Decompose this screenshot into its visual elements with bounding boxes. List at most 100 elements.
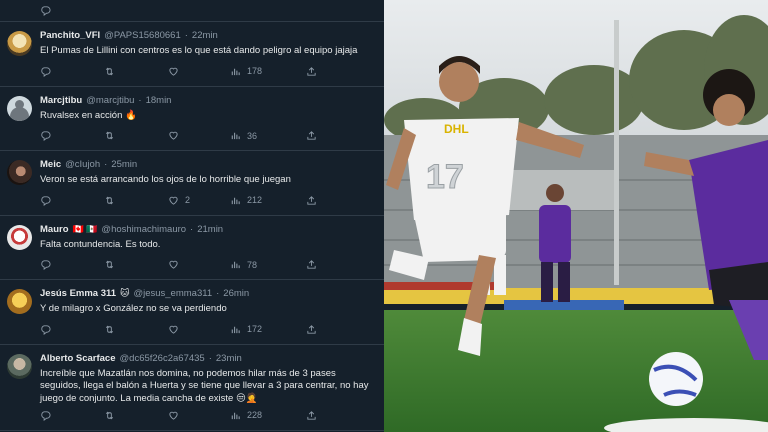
- tweet-actions: 172: [40, 324, 372, 336]
- author-handle[interactable]: @hoshimachimauro: [101, 224, 186, 235]
- reply-button[interactable]: [40, 259, 51, 270]
- like-button[interactable]: [168, 259, 185, 270]
- tweet-actions: 78: [40, 259, 372, 271]
- tweet-text: Y de milagro x González no se va perdien…: [40, 303, 227, 314]
- retweet-button[interactable]: [104, 130, 115, 141]
- avatar[interactable]: [7, 224, 32, 250]
- author-name[interactable]: Panchito_VFI: [40, 30, 100, 41]
- retweet-button[interactable]: [104, 324, 115, 335]
- author-name[interactable]: Alberto Scarface: [40, 353, 116, 364]
- separator-dot: ·: [184, 30, 188, 41]
- retweet-button[interactable]: [104, 410, 115, 421]
- tweet-header: Panchito_VFI @PAPS15680661 · 22min: [40, 30, 376, 41]
- avatar[interactable]: [7, 160, 32, 185]
- reply-button[interactable]: [40, 195, 51, 206]
- view-count: 178: [247, 66, 263, 76]
- tweet-time[interactable]: 18min: [146, 95, 172, 106]
- reply-button[interactable]: [40, 130, 51, 141]
- soccer-ball: [649, 352, 703, 406]
- separator-dot: ·: [104, 159, 108, 170]
- shirt-sponsor: DHL: [444, 122, 469, 136]
- views-icon: [230, 410, 241, 421]
- share-button[interactable]: [306, 259, 317, 270]
- author-handle[interactable]: @cIujoh: [65, 159, 100, 170]
- tweet-item[interactable]: Meic @cIujoh · 25min Veron se está arran…: [0, 151, 384, 216]
- tweet-text: Falta contundencia. Es todo.: [40, 238, 161, 250]
- share-button[interactable]: [306, 130, 317, 141]
- tweet-time[interactable]: 26min: [223, 288, 249, 299]
- reply-icon: [40, 130, 51, 141]
- avatar[interactable]: [7, 353, 32, 379]
- share-button[interactable]: [306, 66, 317, 77]
- reply-button[interactable]: [40, 410, 51, 421]
- author-handle[interactable]: @jesus_emma311: [133, 288, 212, 299]
- author-handle[interactable]: @marcjtibu: [86, 95, 134, 106]
- author-handle[interactable]: @PAPS15680661: [104, 30, 181, 41]
- tweet-time[interactable]: 25min: [111, 159, 137, 170]
- tweet-item[interactable]: Alberto Scarface @dc65f26c2a67435 · 23mi…: [0, 345, 384, 431]
- like-icon: [168, 130, 179, 141]
- tweet-item[interactable]: Marcjtibu @marcjtibu · 18min Ruvalsex en…: [0, 87, 384, 151]
- views-button[interactable]: 212: [230, 195, 262, 206]
- views-icon: [230, 130, 241, 141]
- reply-icon: [40, 66, 51, 77]
- retweet-icon: [104, 410, 115, 421]
- like-icon: [168, 324, 179, 335]
- views-button[interactable]: 172: [230, 324, 262, 335]
- tweet-actions: 36: [40, 130, 372, 142]
- tweet-header: Meic @cIujoh · 25min: [40, 159, 376, 170]
- views-button[interactable]: 78: [230, 259, 257, 270]
- views-button[interactable]: 36: [230, 130, 257, 141]
- author-handle[interactable]: @dc65f26c2a67435: [120, 353, 205, 364]
- name-flags: 🇨🇦 🇲🇽: [72, 223, 98, 234]
- like-button[interactable]: [168, 130, 185, 141]
- like-button[interactable]: [168, 410, 185, 421]
- tweet-feed: Panchito_VFI @PAPS15680661 · 22min El Pu…: [0, 0, 384, 432]
- retweet-icon: [104, 259, 115, 270]
- tweet-header: Jesús Emma 311 🐱 @jesus_emma311 · 26min: [40, 288, 376, 299]
- tweet-text: Increíble que Mazatlán nos domina, no po…: [40, 367, 369, 404]
- view-count: 228: [247, 410, 263, 420]
- retweet-button[interactable]: [104, 259, 115, 270]
- reply-button[interactable]: [40, 5, 51, 16]
- avatar[interactable]: [7, 289, 32, 314]
- reply-icon: [40, 259, 51, 270]
- retweet-button[interactable]: [104, 195, 115, 206]
- author-name[interactable]: Marcjtibu: [40, 95, 82, 106]
- tweet-header: Marcjtibu @marcjtibu · 18min: [40, 95, 376, 106]
- author-name[interactable]: Jesús Emma 311: [40, 288, 116, 299]
- retweet-icon: [104, 324, 115, 335]
- tweet-time[interactable]: 22min: [192, 30, 218, 41]
- share-button[interactable]: [306, 195, 317, 206]
- views-icon: [230, 195, 241, 206]
- tweet-item[interactable]: Jesús Emma 311 🐱 @jesus_emma311 · 26min …: [0, 280, 384, 345]
- retweet-button[interactable]: [104, 66, 115, 77]
- shirt-number: 17: [426, 158, 464, 196]
- views-button[interactable]: 178: [230, 66, 262, 77]
- author-name[interactable]: Mauro: [40, 224, 69, 235]
- separator-dot: ·: [208, 352, 212, 364]
- tweet-time[interactable]: 21min: [197, 224, 223, 235]
- like-button[interactable]: [168, 66, 185, 77]
- author-name[interactable]: Meic: [40, 159, 61, 170]
- tweet-actions: 178: [40, 66, 372, 78]
- avatar[interactable]: [7, 31, 32, 56]
- share-icon: [306, 324, 317, 335]
- views-button[interactable]: 228: [230, 410, 262, 421]
- tweet-text: Veron se está arrancando los ojos de lo …: [40, 174, 291, 185]
- avatar[interactable]: [7, 95, 32, 121]
- reply-icon: [40, 410, 51, 421]
- views-icon: [230, 66, 241, 77]
- tweet-item[interactable]: Mauro 🇨🇦 🇲🇽 @hoshimachimauro · 21min Fal…: [0, 216, 384, 280]
- retweet-icon: [104, 66, 115, 77]
- share-button[interactable]: [306, 410, 317, 421]
- tweet-time[interactable]: 23min: [216, 353, 242, 364]
- like-button[interactable]: 2: [168, 195, 190, 206]
- like-button[interactable]: [168, 324, 185, 335]
- reply-button[interactable]: [40, 324, 51, 335]
- share-button[interactable]: [306, 324, 317, 335]
- match-photo-illustration: DHL 17: [384, 0, 768, 432]
- reply-button[interactable]: [40, 66, 51, 77]
- tweet-item[interactable]: Panchito_VFI @PAPS15680661 · 22min El Pu…: [0, 22, 384, 87]
- tweet-actions: 2 212: [40, 195, 372, 207]
